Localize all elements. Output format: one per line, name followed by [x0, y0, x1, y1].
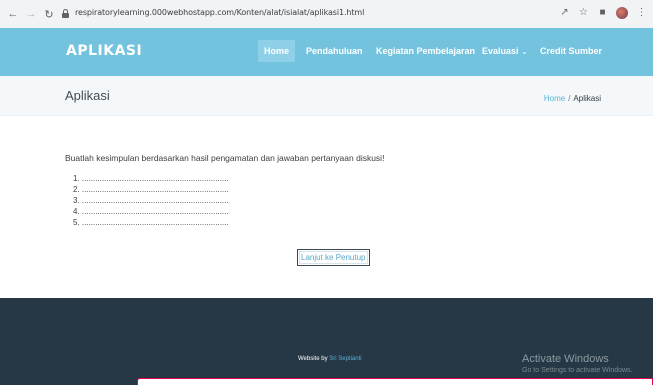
url-text[interactable]: respiratorylearning.000webhostapp.com/Ko…	[75, 8, 364, 17]
breadcrumb: Home / Aplikasi	[544, 94, 601, 103]
site-header: APLIKASI Home Pendahuluan Kegiatan Pembe…	[0, 28, 653, 76]
nav-kegiatan-pembelajaran[interactable]: Kegiatan Pembelajaran	[376, 46, 475, 56]
activate-windows-subtitle: Go to Settings to activate Windows.	[522, 367, 633, 374]
nav-credit-sumber[interactable]: Credit Sumber	[540, 46, 602, 56]
answer-line-3: 3. .....................................…	[73, 196, 229, 205]
back-icon[interactable]: ←	[7, 8, 19, 20]
page-title-bar: Aplikasi Home / Aplikasi	[0, 76, 653, 116]
activate-windows-title: Activate Windows	[522, 353, 609, 365]
answer-line-5: 5. .....................................…	[73, 218, 229, 227]
continue-button[interactable]: Lanjut ke Penutup	[297, 249, 370, 266]
answer-list: 1. .....................................…	[73, 173, 229, 228]
site-logo[interactable]: APLIKASI	[66, 43, 142, 59]
breadcrumb-current: Aplikasi	[573, 94, 601, 103]
lock-icon[interactable]	[62, 9, 69, 18]
nav-evaluasi-label: Evaluasi	[482, 46, 519, 56]
tab-icon[interactable]: ■	[597, 7, 608, 19]
answer-line-4: 4. .....................................…	[73, 207, 229, 216]
author-link[interactable]: Sri Septianti	[329, 356, 361, 362]
more-icon[interactable]: ⋮	[636, 7, 647, 19]
answer-line-2: 2. .....................................…	[73, 185, 229, 194]
answer-line-1: 1. .....................................…	[73, 174, 229, 183]
site-footer: Website by Sri Septianti Activate Window…	[0, 298, 653, 385]
address-bar[interactable]: respiratorylearning.000webhostapp.com/Ko…	[58, 4, 633, 24]
page-title: Aplikasi	[65, 88, 110, 103]
breadcrumb-home-link[interactable]: Home	[544, 94, 565, 103]
nav-pendahuluan[interactable]: Pendahuluan	[306, 46, 363, 56]
reload-icon[interactable]: ↻	[43, 8, 55, 21]
share-icon[interactable]: ↗	[559, 7, 570, 19]
overlay-panel	[137, 378, 653, 385]
nav-evaluasi[interactable]: Evaluasi ⌄	[482, 46, 528, 56]
breadcrumb-separator: /	[568, 94, 571, 103]
credit-prefix: Website by	[298, 356, 328, 362]
star-icon[interactable]: ☆	[578, 7, 589, 19]
chevron-down-icon: ⌄	[521, 47, 528, 56]
browser-toolbar: ← → ↻ respiratorylearning.000webhostapp.…	[0, 0, 653, 28]
footer-credit: Website by Sri Septianti	[298, 356, 362, 362]
forward-icon[interactable]: →	[25, 8, 37, 20]
nav-home[interactable]: Home	[258, 40, 296, 62]
instruction-text: Buatlah kesimpulan berdasarkan hasil pen…	[65, 153, 385, 163]
profile-icon[interactable]	[616, 7, 628, 19]
